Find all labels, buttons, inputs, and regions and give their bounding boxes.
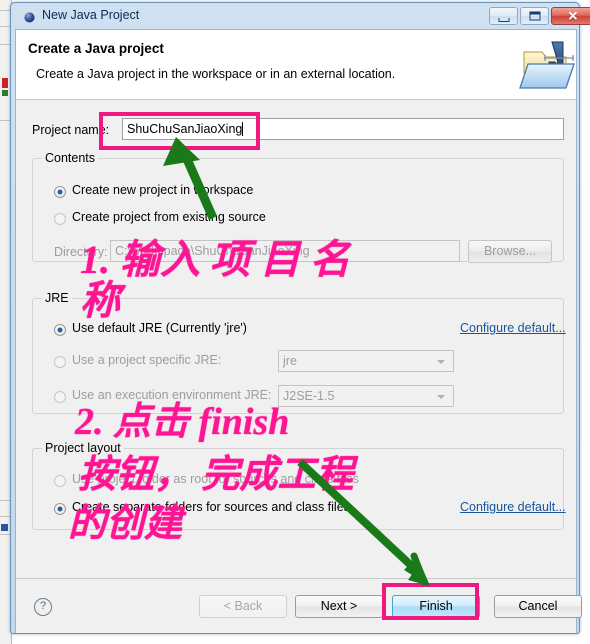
project-name-input[interactable]: ShuChuSanJiaoXing xyxy=(122,118,564,140)
chevron-down-icon xyxy=(437,360,445,364)
project-layout-group-title: Project layout xyxy=(42,441,124,455)
background-line xyxy=(0,26,10,27)
background-marker-red xyxy=(2,78,8,88)
radio-create-separate-folders[interactable] xyxy=(54,503,66,515)
chevron-down-icon xyxy=(437,395,445,399)
browse-button[interactable]: Browse... xyxy=(468,240,552,263)
radio-use-project-folder-as-root-label: Use project folder as root for sources a… xyxy=(72,472,359,486)
maximize-button[interactable] xyxy=(520,7,549,25)
radio-create-new-project-label: Create new project in workspace xyxy=(72,183,254,197)
new-java-project-dialog: New Java Project ✕ Create a Java project… xyxy=(10,2,590,634)
radio-create-from-existing-source[interactable] xyxy=(54,213,66,225)
background-line xyxy=(0,500,10,501)
next-button[interactable]: Next > xyxy=(295,595,383,618)
background-line xyxy=(0,516,10,517)
directory-input[interactable]: C:\workspace\ShuChuSanJiaoXing xyxy=(110,240,460,262)
java-project-icon xyxy=(22,9,37,23)
project-specific-jre-value: jre xyxy=(283,354,297,368)
contents-group-title: Contents xyxy=(42,151,99,165)
cancel-button[interactable]: Cancel xyxy=(494,595,582,618)
maximize-icon xyxy=(529,11,540,21)
directory-label: Directory: xyxy=(54,245,108,259)
help-icon[interactable]: ? xyxy=(34,598,52,616)
radio-use-execution-environment-jre[interactable] xyxy=(54,391,66,403)
radio-use-project-specific-jre-label: Use a project specific JRE: xyxy=(72,353,222,367)
background-line xyxy=(0,534,10,535)
background-line xyxy=(0,44,10,45)
background-marker-blue xyxy=(1,524,8,531)
project-name-label: Project name: xyxy=(32,123,110,137)
page-description: Create a Java project in the workspace o… xyxy=(36,67,396,81)
minimize-button[interactable] xyxy=(489,7,518,25)
radio-create-new-project[interactable] xyxy=(54,186,66,198)
new-java-project-folder-icon xyxy=(519,41,575,89)
radio-use-default-jre[interactable] xyxy=(54,324,66,336)
layout-configure-default-link[interactable]: Configure default... xyxy=(460,500,566,514)
project-name-value: ShuChuSanJiaoXing xyxy=(127,122,243,136)
dialog-title: New Java Project xyxy=(42,8,140,22)
page-title: Create a Java project xyxy=(28,41,164,56)
radio-create-separate-folders-label: Create separate folders for sources and … xyxy=(72,500,350,514)
radio-use-default-jre-label: Use default JRE (Currently 'jre') xyxy=(72,321,247,335)
execution-environment-value: J2SE-1.5 xyxy=(283,389,335,403)
radio-use-project-specific-jre[interactable] xyxy=(54,356,66,368)
dialog-header: Create a Java project Create a Java proj… xyxy=(16,30,576,100)
background-line xyxy=(0,120,10,121)
dialog-titlebar[interactable]: New Java Project ✕ xyxy=(11,3,590,29)
directory-value: C:\workspace\ShuChuSanJiaoXing xyxy=(115,244,310,258)
project-specific-jre-combo[interactable]: jre xyxy=(278,350,454,372)
radio-use-execution-environment-jre-label: Use an execution environment JRE: xyxy=(72,388,272,402)
background-marker-green xyxy=(2,90,8,96)
radio-use-project-folder-as-root[interactable] xyxy=(54,475,66,487)
project-layout-group xyxy=(32,448,564,530)
execution-environment-combo[interactable]: J2SE-1.5 xyxy=(278,385,454,407)
radio-create-from-existing-source-label: Create project from existing source xyxy=(72,210,266,224)
jre-configure-default-link[interactable]: Configure default... xyxy=(460,321,566,335)
background-line xyxy=(0,10,10,11)
minimize-icon xyxy=(498,17,509,22)
close-icon: ✕ xyxy=(567,8,579,24)
back-button[interactable]: < Back xyxy=(199,595,287,618)
text-caret xyxy=(242,122,244,136)
close-button[interactable]: ✕ xyxy=(551,7,590,25)
finish-button[interactable]: Finish xyxy=(392,595,480,618)
dialog-body: Project name: ShuChuSanJiaoXing Contents… xyxy=(16,100,576,578)
jre-group-title: JRE xyxy=(42,291,72,305)
dialog-footer: ? < Back Next > Finish Cancel xyxy=(16,578,582,633)
